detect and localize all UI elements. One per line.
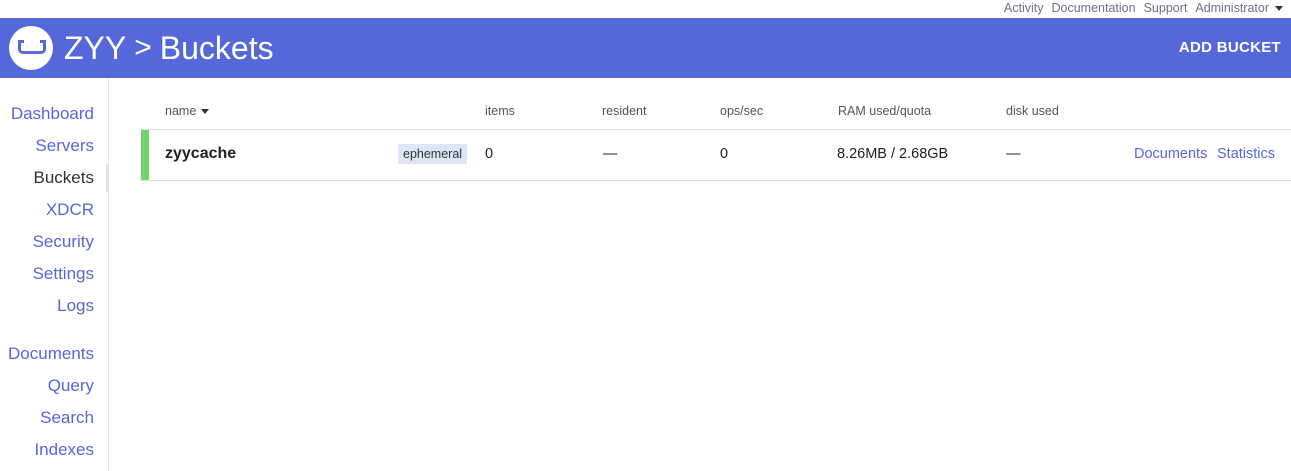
column-header-items: items [485,104,515,118]
page-title: ZYY > Buckets [64,29,274,67]
page-name: Buckets [159,30,274,66]
sidebar-item-buckets[interactable]: Buckets [34,168,94,188]
sidebar-item-indexes[interactable]: Indexes [34,440,94,460]
utility-links: Activity Documentation Support Administr… [1004,1,1283,15]
bucket-status-indicator [141,130,149,180]
bucket-type-badge: ephemeral [398,144,468,164]
bucket-disk: — [1006,146,1021,162]
bucket-documents-link[interactable]: Documents [1134,146,1207,162]
bucket-resident: — [603,146,618,162]
sidebar-item-security[interactable]: Security [33,232,94,252]
add-bucket-button[interactable]: ADD BUCKET [1179,39,1281,56]
table-row[interactable]: zyycache ephemeral 0 — 0 8.26MB / 2.68GB… [141,129,1291,181]
chevron-down-icon [1275,6,1283,12]
column-header-label: name [165,104,197,118]
column-header-ram: RAM used/quota [838,104,932,118]
sort-down-icon [201,109,210,115]
sidebar-item-servers[interactable]: Servers [35,136,94,156]
bucket-ops-sec: 0 [720,146,729,162]
column-header-name[interactable]: name [165,104,210,118]
top-utility-bar: Activity Documentation Support Administr… [0,0,1291,18]
activity-link[interactable]: Activity [1004,1,1044,15]
column-header-disk: disk used [1006,104,1059,118]
sidebar-item-dashboard[interactable]: Dashboard [11,104,94,124]
sidebar-item-logs[interactable]: Logs [57,296,94,316]
bucket-logo-icon[interactable] [9,26,53,70]
breadcrumb-separator-icon: > [134,31,152,64]
sidebar-nav: Dashboard Servers Buckets XDCR Security … [0,78,109,471]
sidebar-item-xdcr[interactable]: XDCR [46,200,94,220]
bucket-statistics-link[interactable]: Statistics [1217,146,1275,162]
support-link[interactable]: Support [1144,1,1188,15]
sidebar-item-settings[interactable]: Settings [33,264,94,284]
bucket-name[interactable]: zyycache [165,145,236,163]
column-header-ops-sec: ops/sec [720,104,764,118]
cluster-name: ZYY [64,30,127,66]
active-nav-indicator [106,164,109,192]
sidebar-item-search[interactable]: Search [40,408,94,428]
administrator-label: Administrator [1195,1,1269,15]
administrator-menu[interactable]: Administrator [1195,1,1283,15]
documentation-link[interactable]: Documentation [1052,1,1136,15]
bucket-items: 0 [485,146,494,162]
sidebar-item-query[interactable]: Query [48,376,94,396]
sidebar-item-documents[interactable]: Documents [8,344,94,364]
app-header: ZYY > Buckets ADD BUCKET [0,18,1291,78]
column-header-resident: resident [602,104,647,118]
bucket-ram: 8.26MB / 2.68GB [837,146,949,162]
